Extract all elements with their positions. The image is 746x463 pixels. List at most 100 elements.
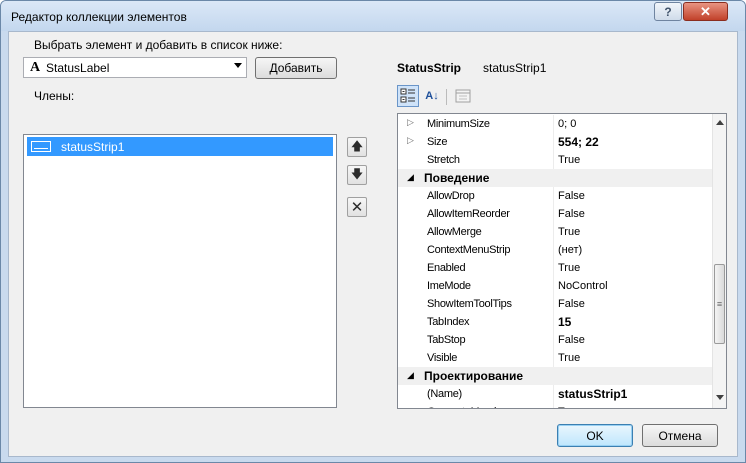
list-item-label: statusStrip1	[61, 140, 125, 154]
scroll-up-arrow-icon[interactable]	[716, 120, 724, 125]
members-label: Члены:	[34, 89, 75, 103]
category-name: Проектирование	[424, 369, 524, 383]
property-row[interactable]: AllowItemReorder False	[398, 205, 712, 223]
help-button[interactable]: ?	[654, 2, 682, 21]
property-pages-button[interactable]	[452, 85, 474, 107]
property-name: ImeMode	[427, 280, 471, 292]
property-value[interactable]: True	[558, 406, 580, 408]
column-divider[interactable]	[553, 349, 554, 367]
property-name: Enabled	[427, 262, 466, 274]
column-divider[interactable]	[553, 331, 554, 349]
property-row[interactable]: ImeMode NoControl	[398, 277, 712, 295]
property-name: Size	[427, 136, 448, 148]
property-row[interactable]: ShowItemToolTips False	[398, 295, 712, 313]
expand-icon[interactable]: ▷	[407, 135, 417, 146]
object-type-name: StatusStrip	[397, 61, 462, 75]
delete-button[interactable]: ✕	[347, 197, 367, 217]
property-row[interactable]: Enabled True	[398, 259, 712, 277]
property-row[interactable]: AllowMerge True	[398, 223, 712, 241]
ok-button[interactable]: OK	[557, 424, 633, 447]
column-divider[interactable]	[553, 187, 554, 205]
close-button[interactable]: ✕	[683, 2, 728, 21]
property-name: AllowDrop	[427, 190, 475, 202]
collapse-icon[interactable]: ◢	[407, 370, 414, 381]
column-divider[interactable]	[553, 133, 554, 151]
move-down-button[interactable]: 🡇	[347, 165, 367, 185]
column-divider[interactable]	[553, 241, 554, 259]
column-divider[interactable]	[553, 151, 554, 169]
property-value[interactable]: False	[558, 190, 585, 202]
property-value[interactable]: True	[558, 352, 580, 364]
property-value[interactable]: (нет)	[558, 244, 582, 256]
column-divider[interactable]	[553, 295, 554, 313]
members-list[interactable]: statusStrip1	[23, 134, 337, 408]
property-value[interactable]: False	[558, 334, 585, 346]
property-name: GenerateMember	[427, 406, 509, 408]
scroll-thumb[interactable]: ≡	[714, 264, 725, 344]
property-grid-scrollbar[interactable]: ≡	[712, 114, 726, 408]
property-row[interactable]: GenerateMember True	[398, 403, 712, 408]
alphabetical-button[interactable]: A↓	[421, 85, 443, 107]
property-row[interactable]: TabStop False	[398, 331, 712, 349]
column-divider[interactable]	[553, 313, 554, 331]
list-item[interactable]: statusStrip1	[27, 137, 333, 156]
property-name: TabStop	[427, 334, 466, 346]
add-button[interactable]: Добавить	[255, 57, 337, 79]
categorized-button[interactable]	[397, 85, 419, 107]
property-row[interactable]: AllowDrop False	[398, 187, 712, 205]
expand-icon[interactable]: ▷	[407, 117, 417, 128]
arrow-down-icon: 🡇	[350, 166, 364, 181]
property-row[interactable]: (Name) statusStrip1	[398, 385, 712, 403]
property-value[interactable]: False	[558, 208, 585, 220]
arrow-up-icon: 🡅	[350, 138, 364, 153]
column-divider[interactable]	[553, 115, 554, 133]
cancel-button[interactable]: Отмена	[642, 424, 718, 447]
property-name: (Name)	[427, 388, 462, 400]
property-value[interactable]: NoControl	[558, 280, 608, 292]
chevron-down-icon[interactable]	[234, 63, 242, 68]
property-value[interactable]: statusStrip1	[558, 387, 627, 401]
property-name: MinimumSize	[427, 118, 490, 130]
property-value[interactable]: True	[558, 262, 580, 274]
collection-editor-window: Редактор коллекции элементов ? ✕ Выбрать…	[0, 0, 746, 463]
property-value[interactable]: 0; 0	[558, 118, 576, 130]
column-divider[interactable]	[553, 385, 554, 403]
title-bar[interactable]: Редактор коллекции элементов ? ✕	[1, 1, 745, 31]
property-row[interactable]: ▷ MinimumSize 0; 0	[398, 115, 712, 133]
property-category[interactable]: ◢ Поведение	[398, 169, 712, 187]
property-name: TabIndex	[427, 316, 470, 328]
property-row[interactable]: ContextMenuStrip (нет)	[398, 241, 712, 259]
property-row[interactable]: Visible True	[398, 349, 712, 367]
property-row[interactable]: TabIndex 15	[398, 313, 712, 331]
property-name: ContextMenuStrip	[427, 244, 511, 256]
window-title: Редактор коллекции элементов	[11, 10, 187, 24]
column-divider[interactable]	[553, 403, 554, 408]
toolbar-separator	[446, 89, 447, 105]
column-divider[interactable]	[553, 259, 554, 277]
property-name: ShowItemToolTips	[427, 298, 512, 310]
property-value[interactable]: False	[558, 298, 585, 310]
alphabetical-icon: A↓	[425, 90, 439, 102]
grip-icon: ≡	[716, 299, 723, 309]
property-name: Visible	[427, 352, 458, 364]
property-category[interactable]: ◢ Проектирование	[398, 367, 712, 385]
item-type-combo[interactable]: A StatusLabel	[23, 57, 247, 78]
property-pages-icon	[455, 89, 471, 103]
move-up-button[interactable]: 🡅	[347, 137, 367, 157]
collapse-icon[interactable]: ◢	[407, 172, 414, 183]
property-row[interactable]: ▷ Size 554; 22	[398, 133, 712, 151]
property-value[interactable]: True	[558, 154, 580, 166]
property-row[interactable]: Stretch True	[398, 151, 712, 169]
scroll-down-arrow-icon[interactable]	[716, 395, 724, 400]
property-value[interactable]: 554; 22	[558, 135, 599, 149]
property-value[interactable]: True	[558, 226, 580, 238]
categorized-icon	[400, 88, 415, 103]
column-divider[interactable]	[553, 205, 554, 223]
object-instance-name: statusStrip1	[483, 61, 547, 75]
property-grid[interactable]: ≡ ▷ MinimumSize 0; 0 ▷ Size 554; 22 Stretch Tru…	[397, 113, 727, 409]
add-item-prompt: Выбрать элемент и добавить в список ниже…	[34, 38, 283, 52]
column-divider[interactable]	[553, 277, 554, 295]
property-value[interactable]: 15	[558, 315, 571, 329]
property-name: AllowMerge	[427, 226, 482, 238]
column-divider[interactable]	[553, 223, 554, 241]
